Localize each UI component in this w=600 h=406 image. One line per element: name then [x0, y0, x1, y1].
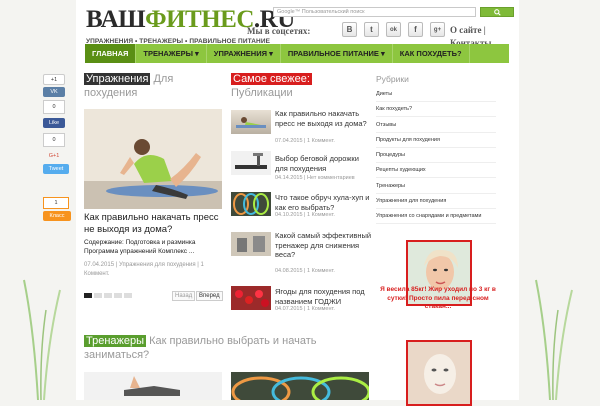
- section-tag: Упражнения: [84, 73, 151, 85]
- featured-date: 07.04.2015: [84, 262, 115, 268]
- trainers-image-right[interactable]: [231, 372, 369, 400]
- sneakers-image: [124, 376, 180, 396]
- slider-prev-button[interactable]: Назад: [172, 291, 196, 301]
- rubric-item[interactable]: Отзывы: [376, 119, 496, 133]
- nav-item-lose-weight[interactable]: КАК ПОХУДЕТЬ?: [393, 44, 470, 63]
- search-button[interactable]: [480, 7, 514, 17]
- rubric-item[interactable]: Упражнения для похудения: [376, 195, 496, 209]
- post-meta: 04.10.2015 | 1 Коммент.: [275, 212, 335, 218]
- post-meta: 07.04.2015 | 1 Коммент.: [275, 138, 335, 144]
- grass-decoration-right: [535, 279, 573, 400]
- vk-count: 0: [43, 100, 65, 114]
- rubrics-title: Рубрики: [376, 74, 409, 84]
- section-subtitle: Публикации: [231, 87, 293, 99]
- featured-category[interactable]: Упражнения для похудения: [119, 262, 196, 268]
- vk-share-button[interactable]: VK: [43, 87, 65, 97]
- post-thumbnail[interactable]: [231, 192, 271, 216]
- social-facebook-icon[interactable]: f: [408, 22, 423, 37]
- tweet-button[interactable]: Tweet: [43, 164, 69, 174]
- post-title[interactable]: Какой самый эффективный тренажер для сни…: [275, 231, 373, 260]
- post-thumbnail[interactable]: [231, 110, 271, 134]
- hula-hoops-image: [231, 376, 369, 400]
- trainers-image-left[interactable]: [84, 372, 222, 400]
- ok-share-button[interactable]: Класс: [43, 211, 71, 221]
- featured-desc: Содержание: Подготовка и разминка Програ…: [84, 239, 196, 255]
- ad-image-bottom[interactable]: [406, 340, 472, 406]
- section-trainers-title[interactable]: Тренажеры Как правильно выбрать и начать…: [84, 334, 354, 362]
- rubric-item[interactable]: Продукты для похудения: [376, 134, 496, 148]
- gym-thumb-image: [231, 232, 271, 256]
- rubric-item[interactable]: Процедуры: [376, 149, 496, 163]
- nav-item-trainers[interactable]: ТРЕНАЖЕРЫ ▾: [136, 44, 207, 63]
- post-meta: 04.08.2015 | 1 Коммент.: [275, 268, 335, 274]
- post-meta: 04.14.2015 | Нет комментариев: [275, 175, 355, 181]
- featured-image[interactable]: [84, 109, 222, 209]
- post-thumbnail[interactable]: [231, 232, 271, 256]
- rubric-item[interactable]: Тренажеры: [376, 180, 496, 194]
- ad-face-mask-image: [408, 342, 470, 404]
- gplus-count: G+1: [48, 153, 60, 159]
- fb-count: 0: [43, 133, 65, 147]
- post-title[interactable]: Как правильно накачать пресс не выходя и…: [275, 109, 373, 128]
- grass-decoration-left: [23, 279, 61, 400]
- search-input[interactable]: Google™ Пользовательский поиск: [273, 7, 476, 17]
- featured-meta: 07.04.2015 | Упражнения для похудения | …: [84, 262, 204, 277]
- featured-title[interactable]: Как правильно накачать пресс не выходя и…: [84, 212, 224, 236]
- post-title[interactable]: Что такое обруч хула-хуп и как его выбра…: [275, 193, 373, 212]
- social-label: Мы в соцсетях:: [247, 26, 311, 36]
- goji-berries-thumb-image: [235, 290, 269, 307]
- rubric-item[interactable]: Диеты: [376, 88, 496, 102]
- exercise-thumb-image: [236, 117, 266, 128]
- treadmill-thumb-image: [235, 153, 267, 169]
- slider-dot[interactable]: [114, 293, 122, 298]
- slider-dot[interactable]: [104, 293, 112, 298]
- rubric-item[interactable]: Как похудеть?: [376, 103, 496, 117]
- main-nav: ГЛАВНАЯ ТРЕНАЖЕРЫ ▾ УПРАЖНЕНИЯ ▾ ПРАВИЛЬ…: [85, 44, 509, 63]
- slider-dot[interactable]: [84, 293, 92, 298]
- slider-dot[interactable]: [124, 293, 132, 298]
- nav-item-exercises[interactable]: УПРАЖНЕНИЯ ▾: [207, 44, 281, 63]
- nav-item-home[interactable]: ГЛАВНАЯ: [85, 44, 137, 63]
- section-tag: Тренажеры: [84, 335, 147, 347]
- logo-part-1: ВАШ: [86, 6, 146, 33]
- rubric-item[interactable]: Упражнения со снарядами и предметами: [376, 210, 496, 224]
- rubric-item[interactable]: Рецепты худеющих: [376, 164, 496, 178]
- slider-dot[interactable]: [94, 293, 102, 298]
- ad-text[interactable]: Я весила 85кг! Жир уходил по 3 кг в сутк…: [376, 286, 500, 312]
- nav-item-nutrition[interactable]: ПРАВИЛЬНОЕ ПИТАНИЕ ▾: [281, 44, 393, 63]
- post-thumbnail[interactable]: [231, 151, 271, 175]
- hula-hoop-thumb-image: [233, 193, 269, 215]
- ok-count: 1: [43, 197, 69, 209]
- social-twitter-icon[interactable]: t: [364, 22, 379, 37]
- slider-dots: [84, 293, 132, 298]
- post-thumbnail[interactable]: [231, 286, 271, 310]
- section-latest-title: Самое свежее: Публикации: [231, 72, 381, 100]
- section-tag: Самое свежее:: [231, 73, 312, 85]
- post-meta: 04.07.2015 | 1 Коммент.: [275, 306, 335, 312]
- post-title[interactable]: Выбор беговой дорожки для похудения: [275, 154, 373, 173]
- social-gplus-icon[interactable]: g+: [430, 22, 445, 37]
- logo-part-2: ФИТНЕС: [145, 6, 254, 33]
- about-link[interactable]: О сайте |: [450, 24, 491, 37]
- social-blogger-icon[interactable]: B: [342, 22, 357, 37]
- section-exercises-title[interactable]: Упражнения Для похудения: [84, 72, 224, 100]
- search-icon: [493, 8, 501, 16]
- post-title[interactable]: Ягоды для похудения под названием ГОДЖИ: [275, 287, 373, 306]
- slider-next-button[interactable]: Вперед: [196, 291, 223, 301]
- fb-like-button[interactable]: Like: [43, 118, 65, 128]
- woman-exercise-image: [84, 109, 222, 209]
- social-ok-icon[interactable]: ok: [386, 22, 401, 37]
- gplus-share-button[interactable]: +1: [43, 74, 65, 85]
